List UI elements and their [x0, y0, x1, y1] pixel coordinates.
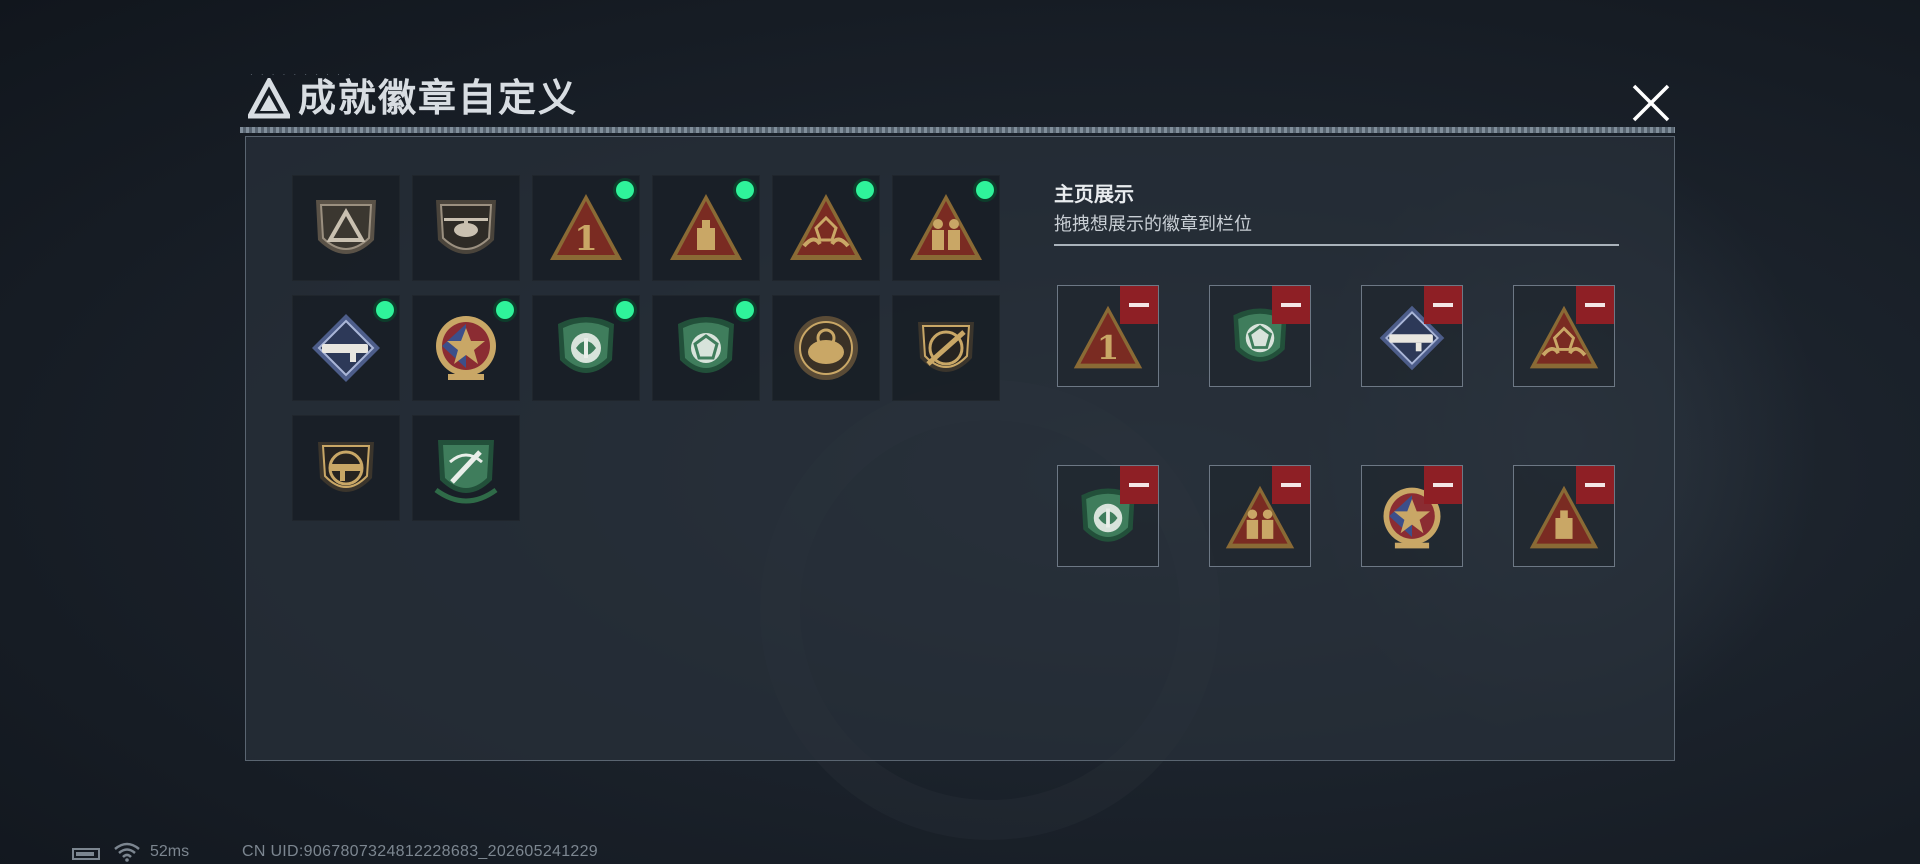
star-medal-badge-icon [436, 316, 496, 380]
equipped-indicator [616, 301, 634, 319]
badge-cell[interactable] [772, 295, 880, 401]
dialog-title: 成就徽章自定义 [298, 78, 579, 120]
triangle-number-one-badge-icon: 1 [550, 194, 622, 260]
badge-cell[interactable] [292, 415, 400, 521]
green-shield-swords-badge-icon [434, 440, 498, 504]
showcase-title: 主页展示 [1054, 184, 1134, 206]
svg-text:1: 1 [1097, 329, 1119, 367]
close-icon [1632, 84, 1670, 122]
close-button[interactable] [1628, 80, 1674, 126]
equipped-indicator [616, 181, 634, 199]
showcase-slot[interactable] [1513, 285, 1615, 387]
equipped-indicator [856, 181, 874, 199]
showcase-divider [1054, 244, 1619, 246]
badge-cell[interactable]: 1 [532, 175, 640, 281]
shield-triangle-badge-icon [316, 200, 376, 254]
triangle-soldiers-badge-icon [910, 194, 982, 260]
ping-value: 52ms [150, 843, 190, 860]
round-helmet-badge-icon [794, 316, 858, 380]
badge-cell[interactable] [412, 175, 520, 281]
badge-cell[interactable] [292, 295, 400, 401]
badge-cell[interactable] [892, 295, 1000, 401]
battery-icon [72, 848, 100, 860]
remove-badge-button[interactable] [1272, 466, 1310, 504]
badge-cell[interactable] [772, 175, 880, 281]
dialog-header: · · · · · · · · · · 成就徽章自定义 [240, 70, 1680, 130]
green-shield-wing-badge-icon [558, 317, 614, 373]
showcase-subtitle: 拖拽想展示的徽章到栏位 [1054, 214, 1252, 234]
shield-smg-badge-icon [318, 442, 374, 492]
showcase-slot[interactable] [1513, 465, 1615, 567]
badge-cell[interactable] [652, 295, 760, 401]
diamond-launcher-badge-icon [312, 314, 380, 382]
remove-badge-button[interactable] [1576, 466, 1614, 504]
svg-text:1: 1 [574, 219, 598, 259]
badge-cell[interactable] [652, 175, 760, 281]
uid-text: CN UID:9067807324812228683_202605241229 [242, 843, 599, 860]
equipped-indicator [976, 181, 994, 199]
triangle-hands-badge-icon [790, 194, 862, 260]
wifi-icon [114, 842, 140, 862]
triangle-logo-icon [248, 78, 290, 119]
showcase-slot[interactable]: 1 [1057, 285, 1159, 387]
remove-badge-button[interactable] [1424, 466, 1462, 504]
badge-cell[interactable] [532, 295, 640, 401]
equipped-indicator [736, 301, 754, 319]
equipped-indicator [496, 301, 514, 319]
remove-badge-button[interactable] [1120, 466, 1158, 504]
badge-cell[interactable] [412, 295, 520, 401]
remove-badge-button[interactable] [1576, 286, 1614, 324]
header-divider [240, 127, 1675, 133]
green-shield-gem-badge-icon [678, 317, 734, 373]
badge-cell[interactable] [892, 175, 1000, 281]
helicopter-shield-badge-icon [436, 200, 496, 254]
shield-rifle-badge-icon [918, 322, 974, 372]
showcase-slot[interactable] [1361, 285, 1463, 387]
equipped-indicator [376, 301, 394, 319]
showcase-slot[interactable] [1361, 465, 1463, 567]
badge-cell[interactable] [412, 415, 520, 521]
equipped-indicator [736, 181, 754, 199]
showcase-slot[interactable] [1057, 465, 1159, 567]
showcase-slot[interactable] [1209, 465, 1311, 567]
showcase-slot[interactable] [1209, 285, 1311, 387]
triangle-box-badge-icon [670, 194, 742, 260]
remove-badge-button[interactable] [1424, 286, 1462, 324]
remove-badge-button[interactable] [1272, 286, 1310, 324]
badge-cell[interactable] [292, 175, 400, 281]
remove-badge-button[interactable] [1120, 286, 1158, 324]
